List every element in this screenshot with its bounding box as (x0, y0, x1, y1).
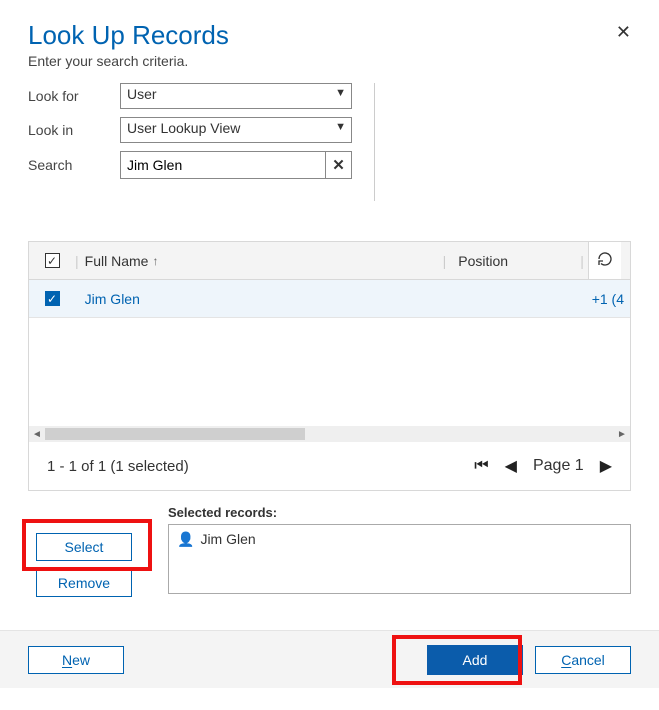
column-separator: | (443, 253, 447, 269)
column-position[interactable]: Position (450, 253, 580, 269)
cancel-button[interactable]: Cancel (535, 646, 631, 674)
clear-icon[interactable]: ✕ (325, 152, 351, 178)
sort-asc-icon: ↑ (152, 254, 158, 268)
refresh-button[interactable] (588, 242, 621, 279)
look-for-label: Look for (28, 88, 120, 104)
scroll-thumb[interactable] (45, 428, 305, 440)
divider (374, 83, 375, 201)
column-separator: | (75, 253, 79, 269)
page-label: Page 1 (533, 457, 584, 475)
select-button[interactable]: Select (36, 533, 132, 561)
select-all-checkbox[interactable] (45, 253, 60, 268)
close-icon[interactable]: ✕ (616, 22, 631, 43)
first-page-icon[interactable]: ⏮ (474, 457, 488, 475)
pager: 1 - 1 of 1 (1 selected) ⏮ ◀ Page 1 ▶ (29, 442, 630, 490)
horizontal-scrollbar[interactable]: ◄ ► (29, 426, 630, 442)
scroll-right-icon[interactable]: ► (614, 429, 630, 440)
person-icon: 👤 (177, 531, 194, 548)
look-for-select[interactable]: User (120, 83, 352, 109)
dialog-footer: New Add Cancel (0, 630, 659, 688)
dialog-title: Look Up Records (28, 20, 631, 51)
remove-button[interactable]: Remove (36, 569, 132, 597)
add-button[interactable]: Add (427, 645, 523, 675)
selected-record-item[interactable]: Jim Glen (200, 531, 255, 547)
scroll-left-icon[interactable]: ◄ (29, 429, 45, 440)
grid-empty-space (29, 318, 630, 426)
row-checkbox[interactable] (45, 291, 60, 306)
pager-info: 1 - 1 of 1 (1 selected) (47, 458, 474, 475)
selected-records-box[interactable]: 👤 Jim Glen (168, 524, 631, 594)
search-label: Search (28, 157, 120, 173)
prev-page-icon[interactable]: ◀ (505, 456, 517, 476)
column-separator: | (580, 253, 584, 269)
look-in-select[interactable]: User Lookup View (120, 117, 352, 143)
grid-header: | Full Name ↑ | Position | (29, 242, 630, 280)
dialog-subtitle: Enter your search criteria. (28, 53, 631, 69)
results-grid: | Full Name ↑ | Position | | Jim Glen (28, 241, 631, 491)
selected-records-label: Selected records: (168, 505, 631, 520)
row-fullname-link[interactable]: Jim Glen (85, 291, 140, 307)
table-row[interactable]: | Jim Glen | +1 (4 (29, 280, 630, 318)
refresh-icon (597, 251, 613, 270)
lookup-dialog: ✕ Look Up Records Enter your search crit… (0, 0, 659, 594)
new-button[interactable]: New (28, 646, 124, 674)
look-in-label: Look in (28, 122, 120, 138)
column-position-label: Position (458, 253, 508, 269)
row-extra[interactable]: +1 (4 (580, 291, 630, 307)
search-input[interactable] (120, 151, 352, 179)
next-page-icon[interactable]: ▶ (600, 456, 612, 476)
column-fullname[interactable]: Full Name ↑ (83, 253, 443, 269)
column-fullname-label: Full Name (85, 253, 149, 269)
